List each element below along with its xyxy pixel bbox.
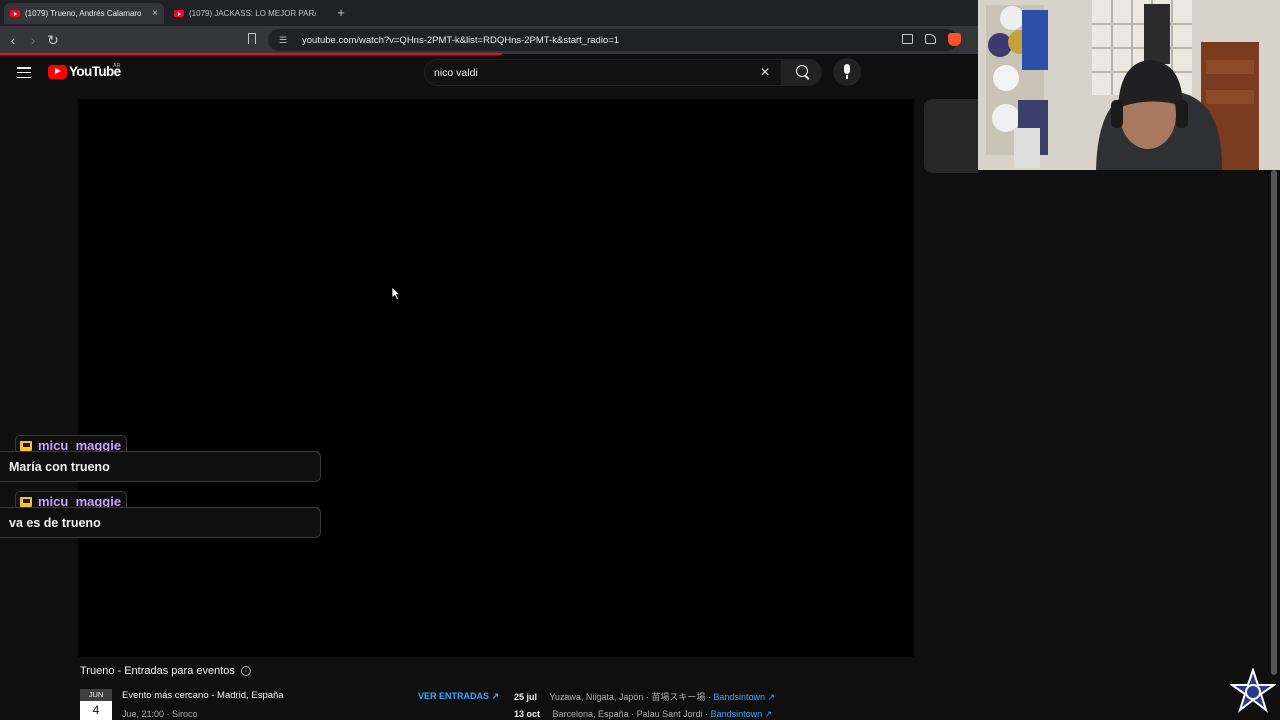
youtube-play-icon — [48, 64, 67, 79]
youtube-favicon — [10, 10, 20, 17]
streamer-camera-image — [978, 0, 1280, 170]
webcam-overlay — [978, 0, 1280, 170]
featured-event-headline: Evento más cercano - Madrid, España — [122, 690, 284, 701]
bandsintown-link[interactable]: Bandsintown ↗ — [713, 692, 775, 702]
microphone-icon — [844, 64, 850, 79]
event-list-item: 25 jul Yuzawa, Niigata, Japón · 苗場スキー場 ·… — [514, 690, 775, 703]
event-date: 13 oct — [514, 709, 541, 719]
events-title-text: Trueno - Entradas para eventos — [80, 665, 235, 677]
crown-icon — [20, 496, 32, 507]
reload-button[interactable]: ↻ — [45, 32, 61, 48]
search-button[interactable] — [782, 59, 822, 86]
tab-title: (1079) Trueno, Andrés Calamaro — [25, 9, 142, 18]
brave-shield-icon[interactable] — [948, 33, 961, 46]
search-icon — [796, 65, 808, 77]
event-place: Barcelona, España · Palau Sant Jordi · — [552, 709, 711, 719]
url-text: youtube.com/watch?v=QHns-2PMT-k&list=RDQ… — [302, 34, 620, 46]
close-tab-icon[interactable]: × — [152, 8, 158, 19]
event-month: JUN — [80, 689, 112, 701]
tab-trueno[interactable]: (1079) Trueno, Andrés Calamaro × — [4, 3, 164, 24]
crown-icon — [20, 440, 32, 451]
bandsintown-link[interactable]: Bandsintown ↗ — [711, 709, 773, 719]
event-date-calendar: JUN 4 — [80, 689, 112, 720]
share-icon[interactable] — [925, 34, 936, 44]
event-day: 4 — [80, 701, 112, 720]
view-tickets-link[interactable]: VER ENTRADAS ↗ — [418, 691, 499, 702]
event-date: 25 jul — [514, 692, 538, 702]
cast-icon[interactable] — [902, 34, 913, 44]
star-logo-icon — [1230, 668, 1276, 713]
back-button[interactable]: ‹ — [5, 32, 21, 48]
forward-button[interactable]: › — [25, 32, 41, 48]
bookmark-icon[interactable] — [248, 33, 256, 44]
search-input[interactable] — [425, 65, 753, 80]
clear-search-icon[interactable]: × — [753, 64, 777, 82]
page-load-progress — [0, 53, 502, 55]
search-box: × — [424, 59, 782, 86]
chat-message: María con trueno — [0, 451, 321, 482]
video-player[interactable] — [78, 99, 914, 657]
side-panel-placeholder — [924, 99, 978, 173]
tab-title: (1079) JACKASS: LO MEJOR PARA EL — [189, 9, 316, 18]
youtube-favicon — [174, 10, 184, 17]
featured-event-details: Jue, 21:00 · Siroco — [122, 709, 198, 719]
page-scrollbar[interactable] — [1271, 170, 1277, 675]
events-section-title: Trueno - Entradas para eventos i — [80, 665, 251, 677]
mouse-cursor-icon — [391, 286, 401, 301]
chat-message: va es de trueno — [0, 507, 321, 538]
youtube-logo[interactable]: YouTube AR — [48, 63, 121, 79]
voice-search-button[interactable] — [833, 58, 861, 86]
event-list-item: 13 oct Barcelona, España · Palau Sant Jo… — [514, 709, 772, 720]
new-tab-button[interactable]: + — [334, 5, 348, 20]
address-bar[interactable]: ☰ youtube.com/watch?v=QHns-2PMT-k&list=R… — [268, 29, 958, 51]
tab-jackass[interactable]: (1079) JACKASS: LO MEJOR PARA EL — [168, 3, 322, 24]
event-place: Yuzawa, Niigata, Japón · 苗場スキー場 · — [549, 692, 714, 702]
country-code: AR — [113, 63, 121, 69]
site-info-icon[interactable]: ☰ — [276, 35, 290, 46]
menu-icon[interactable] — [17, 67, 31, 78]
info-icon[interactable]: i — [240, 666, 251, 676]
